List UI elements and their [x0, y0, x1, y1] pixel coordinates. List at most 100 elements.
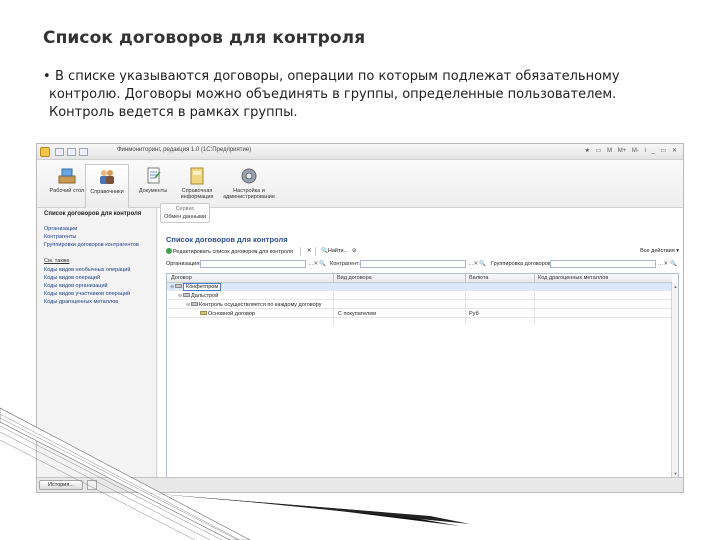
- row-kind: С покупателем: [338, 311, 377, 317]
- column-header-currency[interactable]: Валюта: [469, 275, 488, 281]
- counterparty-filter-search-icon[interactable]: 🔍: [479, 261, 486, 267]
- main-area: Сервис Обмен данными Список договоров дл…: [158, 203, 683, 478]
- column-divider: [465, 274, 466, 283]
- sidebar-see-also: См. также: [44, 258, 70, 264]
- counterparty-filter-input[interactable]: [360, 260, 466, 268]
- column-header-kind[interactable]: Вид договора: [337, 275, 372, 281]
- group-icon: [175, 284, 182, 288]
- sidebar-item-organizations[interactable]: Организации: [44, 226, 77, 232]
- table-scrollbar[interactable]: ▲ ▼: [671, 283, 678, 477]
- find-button[interactable]: 🔍Найти...: [321, 248, 348, 254]
- sidebar-item-counterparties[interactable]: Контрагенты: [44, 234, 76, 240]
- scroll-down-icon[interactable]: ▼: [673, 471, 678, 476]
- table-row[interactable]: Основной договор С покупателем Руб: [167, 310, 672, 318]
- org-filter-label: Организация:: [166, 261, 201, 267]
- maximize-button[interactable]: ▭: [661, 148, 667, 154]
- group-icon: [191, 302, 198, 306]
- column-divider: [333, 274, 334, 283]
- link-icon[interactable]: [87, 480, 97, 490]
- bullet-text: В списке указываются договоры, операции …: [49, 69, 620, 120]
- scroll-up-icon[interactable]: ▲: [673, 284, 678, 289]
- table-row[interactable]: ⊖ Дальстрой: [167, 292, 672, 300]
- org-filter-search-icon[interactable]: 🔍: [319, 261, 326, 267]
- close-button[interactable]: ✕: [672, 148, 677, 154]
- memory-button[interactable]: M: [607, 148, 612, 154]
- memory-plus-button[interactable]: M+: [618, 148, 627, 154]
- ribbon-documents[interactable]: Документы: [131, 164, 175, 206]
- cancel-search-icon[interactable]: ✕: [307, 248, 312, 254]
- form-title: Список договоров для контроля: [166, 235, 288, 244]
- filter-bar: Организация: …✕ 🔍 Контрагент: …✕ 🔍 Групп…: [166, 260, 679, 270]
- data-exchange-link[interactable]: Обмен данными: [164, 214, 206, 220]
- sidebar-item-metal-codes[interactable]: Коды драгоценных металлов: [44, 299, 118, 305]
- app-logo-icon[interactable]: [40, 147, 50, 157]
- row-name: Конфетпром: [183, 283, 222, 291]
- contract-icon: [200, 311, 207, 315]
- row-cell: ⊖ Дальстрой: [178, 293, 218, 299]
- slide-bullet: • В списке указываются договоры, операци…: [43, 68, 673, 122]
- sidebar-item-participant-codes[interactable]: Коды видов участников операций: [44, 291, 130, 297]
- book-icon: [190, 167, 204, 185]
- forward-icon[interactable]: [67, 148, 76, 156]
- row-name: Контроль осуществляется по каждому догов…: [199, 302, 322, 308]
- info-icon[interactable]: i: [645, 148, 646, 154]
- grouping-filter-clear-icon[interactable]: …✕: [658, 261, 668, 267]
- counterparty-filter-clear-icon[interactable]: …✕: [468, 261, 478, 267]
- back-icon[interactable]: [55, 148, 64, 156]
- users-icon: [100, 170, 114, 184]
- grouping-filter-input[interactable]: [550, 260, 656, 268]
- row-cell: Основной договор: [200, 311, 255, 317]
- memory-minus-button[interactable]: M-: [632, 148, 639, 154]
- minimize-button[interactable]: _: [652, 148, 655, 154]
- ribbon-desktop-label: Рабочий стол: [49, 188, 85, 194]
- row-cell: ⊖ Контроль осуществляется по каждому дого…: [186, 302, 321, 308]
- column-divider: [534, 274, 535, 283]
- ribbon-documents-label: Документы: [138, 188, 168, 194]
- toolbar-separator: [300, 247, 301, 256]
- gear-icon: [241, 168, 257, 184]
- edit-list-label: Редактировать список договоров для контр…: [173, 249, 294, 255]
- clear-search-icon[interactable]: ⊘: [352, 248, 357, 254]
- calc-icon[interactable]: ▭: [596, 148, 602, 154]
- org-filter-input[interactable]: [200, 260, 306, 268]
- home-icon[interactable]: [79, 148, 88, 156]
- ribbon-catalogs[interactable]: Справочники: [85, 164, 129, 210]
- grouping-filter-search-icon[interactable]: 🔍: [670, 261, 677, 267]
- edit-icon: [166, 248, 172, 254]
- table-row[interactable]: ⊖ Конфетпром: [167, 283, 672, 291]
- group-icon: [183, 293, 190, 297]
- search-icon: 🔍: [321, 248, 328, 254]
- ribbon-reference-label: Справочная информация: [180, 188, 214, 200]
- sidebar-item-org-codes[interactable]: Коды видов организаций: [44, 283, 108, 289]
- contracts-table[interactable]: Договор Вид договора Валюта Код драгоцен…: [166, 273, 679, 478]
- all-actions-button[interactable]: Все действия ▾: [640, 248, 679, 254]
- row-currency: Руб: [469, 311, 479, 317]
- favorites-icon[interactable]: ★: [585, 148, 590, 154]
- column-header-contract[interactable]: Договор: [171, 275, 192, 281]
- table-header: Договор Вид договора Валюта Код драгоцен…: [167, 274, 672, 283]
- app-window: Финмониторинг, редакция 1.0 (1С:Предприя…: [36, 143, 684, 493]
- service-label: Сервис: [175, 206, 195, 212]
- edit-list-button[interactable]: Редактировать список договоров для контр…: [166, 248, 293, 255]
- find-label: Найти...: [327, 248, 349, 254]
- sidebar-heading[interactable]: Список договоров для контроля: [44, 211, 141, 217]
- ribbon-reference[interactable]: Справочная информация: [175, 164, 219, 206]
- column-header-metal-code[interactable]: Код драгоценных металлов: [538, 275, 608, 281]
- table-row[interactable]: ⊖ Контроль осуществляется по каждому дого…: [167, 301, 672, 309]
- sidebar-item-contract-groups[interactable]: Группировки договоров контрагентов: [44, 242, 139, 248]
- form-toolbar: Редактировать список договоров для контр…: [166, 247, 679, 257]
- history-button[interactable]: История...: [39, 480, 83, 490]
- ribbon: Рабочий стол Справочники Документы Справ…: [37, 160, 683, 210]
- slide-title: Список договоров для контроля: [43, 28, 366, 48]
- sidebar-item-op-codes[interactable]: Коды видов операций: [44, 275, 100, 281]
- grouping-filter-label: Группировка договоров:: [491, 261, 553, 267]
- title-bar: Финмониторинг, редакция 1.0 (1С:Предприя…: [37, 144, 683, 160]
- org-filter-clear-icon[interactable]: …✕: [308, 261, 318, 267]
- ribbon-settings[interactable]: Настройка и администрирование: [223, 164, 275, 206]
- ribbon-desktop[interactable]: Рабочий стол: [45, 164, 89, 206]
- desktop-icon: [58, 168, 76, 184]
- counterparty-filter-label: Контрагент:: [330, 261, 360, 267]
- sidebar-item-unusual-ops[interactable]: Коды видов необычных операций: [44, 267, 130, 273]
- service-panel[interactable]: Сервис Обмен данными: [160, 203, 210, 223]
- documents-icon: [147, 167, 161, 184]
